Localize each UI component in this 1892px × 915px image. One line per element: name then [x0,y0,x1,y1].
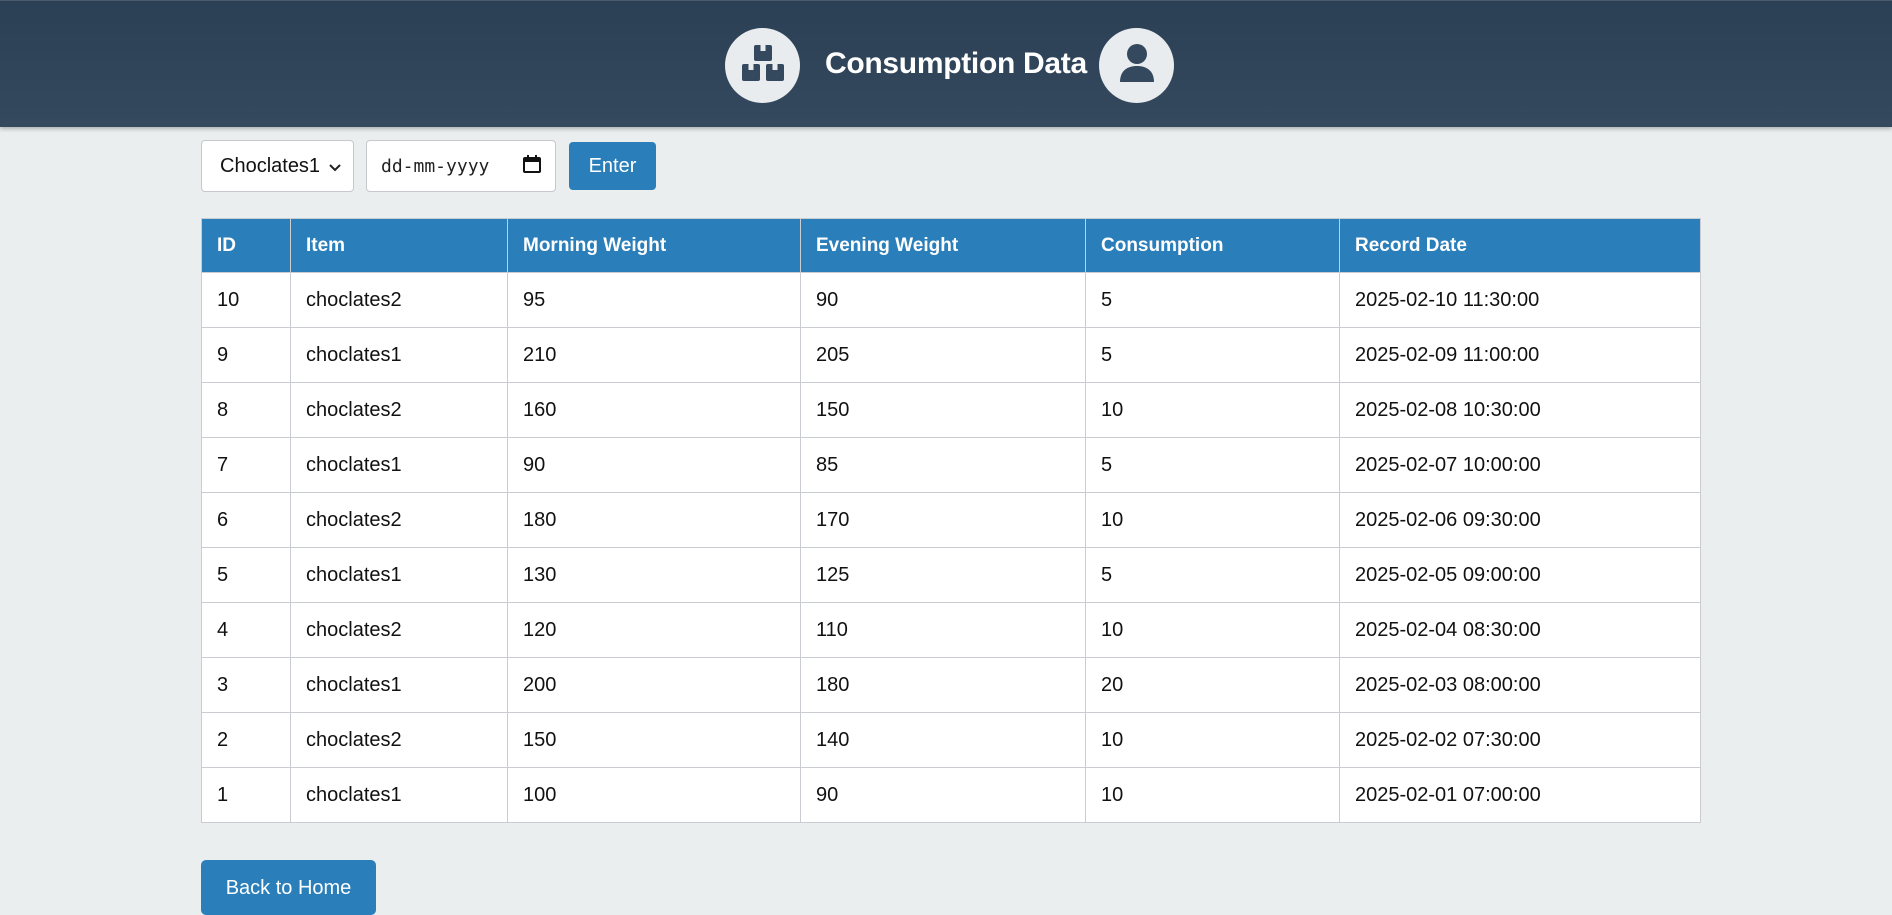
filter-bar: Choclates1 dd-mm-yyyy Enter [201,140,656,192]
cell-record-date: 2025-02-10 11:30:00 [1339,272,1701,328]
table-row: 2 choclates2 150 140 10 2025-02-02 07:30… [201,712,1701,768]
cell-record-date: 2025-02-04 08:30:00 [1339,602,1701,658]
cell-evening-weight: 90 [800,272,1086,328]
cell-consumption: 5 [1085,327,1340,383]
cell-consumption: 5 [1085,272,1340,328]
cell-id: 8 [201,382,291,438]
cell-consumption: 20 [1085,657,1340,713]
cell-item: choclates1 [290,327,508,383]
cell-consumption: 10 [1085,492,1340,548]
user-avatar-button[interactable] [1099,28,1174,103]
page-title: Consumption Data [825,47,1087,80]
cell-item: choclates2 [290,492,508,548]
user-icon [1119,43,1155,88]
cell-morning-weight: 95 [507,272,801,328]
date-placeholder: dd-mm-yyyy [381,155,490,177]
cell-item: choclates2 [290,602,508,658]
cell-record-date: 2025-02-09 11:00:00 [1339,327,1701,383]
enter-button[interactable]: Enter [569,142,656,190]
cell-record-date: 2025-02-05 09:00:00 [1339,547,1701,603]
table-row: 6 choclates2 180 170 10 2025-02-06 09:30… [201,492,1701,548]
table-row: 10 choclates2 95 90 5 2025-02-10 11:30:0… [201,272,1701,328]
cell-evening-weight: 140 [800,712,1086,768]
column-header-consumption: Consumption [1085,218,1340,273]
cell-record-date: 2025-02-02 07:30:00 [1339,712,1701,768]
cell-id: 9 [201,327,291,383]
item-select-value: Choclates1 [220,154,321,177]
cell-morning-weight: 120 [507,602,801,658]
column-header-record-date: Record Date [1339,218,1701,273]
cell-morning-weight: 180 [507,492,801,548]
cell-consumption: 5 [1085,437,1340,493]
cell-consumption: 5 [1085,547,1340,603]
cell-item: choclates1 [290,657,508,713]
item-select[interactable]: Choclates1 [201,140,354,192]
cell-consumption: 10 [1085,712,1340,768]
table-header-row: ID Item Morning Weight Evening Weight Co… [201,218,1701,273]
cell-item: choclates2 [290,712,508,768]
cell-id: 7 [201,437,291,493]
cell-id: 10 [201,272,291,328]
cell-id: 1 [201,767,291,823]
cell-evening-weight: 150 [800,382,1086,438]
cell-item: choclates1 [290,767,508,823]
table-row: 4 choclates2 120 110 10 2025-02-04 08:30… [201,602,1701,658]
cell-morning-weight: 130 [507,547,801,603]
cell-morning-weight: 210 [507,327,801,383]
table-row: 7 choclates1 90 85 5 2025-02-07 10:00:00 [201,437,1701,493]
cell-item: choclates2 [290,272,508,328]
cell-id: 6 [201,492,291,548]
cell-evening-weight: 90 [800,767,1086,823]
chevron-down-icon [329,155,341,178]
cell-morning-weight: 200 [507,657,801,713]
table-row: 9 choclates1 210 205 5 2025-02-09 11:00:… [201,327,1701,383]
column-header-id: ID [201,218,291,273]
cell-consumption: 10 [1085,382,1340,438]
cell-record-date: 2025-02-01 07:00:00 [1339,767,1701,823]
column-header-morning-weight: Morning Weight [507,218,801,273]
cell-record-date: 2025-02-03 08:00:00 [1339,657,1701,713]
cell-record-date: 2025-02-06 09:30:00 [1339,492,1701,548]
cell-evening-weight: 205 [800,327,1086,383]
cell-morning-weight: 160 [507,382,801,438]
cell-id: 5 [201,547,291,603]
cell-item: choclates1 [290,437,508,493]
consumption-table: ID Item Morning Weight Evening Weight Co… [201,218,1701,823]
calendar-icon[interactable] [523,154,541,178]
table-row: 3 choclates1 200 180 20 2025-02-03 08:00… [201,657,1701,713]
table-row: 8 choclates2 160 150 10 2025-02-08 10:30… [201,382,1701,438]
cell-evening-weight: 125 [800,547,1086,603]
cell-id: 4 [201,602,291,658]
column-header-item: Item [290,218,508,273]
date-input[interactable]: dd-mm-yyyy [366,140,556,192]
cell-evening-weight: 110 [800,602,1086,658]
cell-consumption: 10 [1085,767,1340,823]
cell-evening-weight: 85 [800,437,1086,493]
cell-evening-weight: 170 [800,492,1086,548]
cell-item: choclates1 [290,547,508,603]
column-header-evening-weight: Evening Weight [800,218,1086,273]
boxes-icon [741,43,785,88]
cell-morning-weight: 90 [507,437,801,493]
app-header: Consumption Data [0,0,1892,127]
cell-record-date: 2025-02-07 10:00:00 [1339,437,1701,493]
boxes-logo [725,28,800,103]
table-row: 5 choclates1 130 125 5 2025-02-05 09:00:… [201,547,1701,603]
cell-evening-weight: 180 [800,657,1086,713]
cell-morning-weight: 150 [507,712,801,768]
cell-id: 2 [201,712,291,768]
cell-id: 3 [201,657,291,713]
cell-item: choclates2 [290,382,508,438]
cell-consumption: 10 [1085,602,1340,658]
consumption-table-container: ID Item Morning Weight Evening Weight Co… [201,218,1701,823]
cell-record-date: 2025-02-08 10:30:00 [1339,382,1701,438]
cell-morning-weight: 100 [507,767,801,823]
table-row: 1 choclates1 100 90 10 2025-02-01 07:00:… [201,767,1701,823]
